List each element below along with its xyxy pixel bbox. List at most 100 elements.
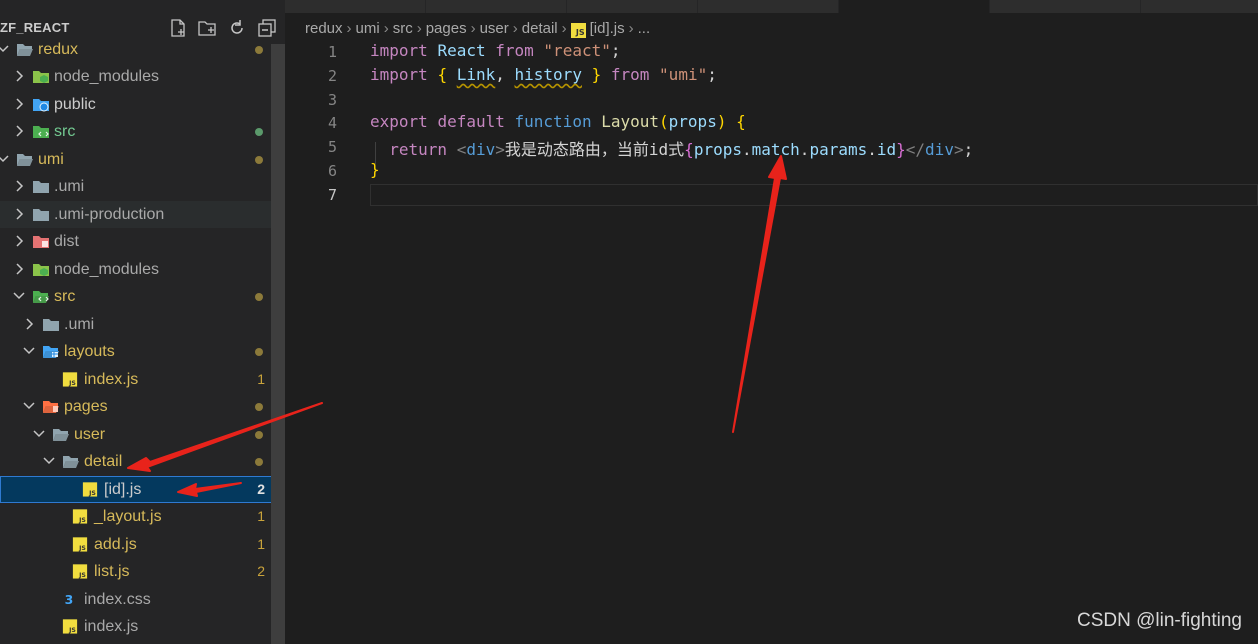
breadcrumb-item[interactable]: detail — [522, 20, 558, 37]
tree-item-label: umi — [38, 150, 64, 168]
code-token: > — [495, 140, 505, 160]
line-number: 4 — [327, 114, 337, 133]
line-number: 7 — [327, 185, 337, 204]
tree-folder-item[interactable]: layouts — [0, 338, 285, 365]
tree-folder-item[interactable]: src — [0, 283, 285, 310]
code-line[interactable]: export default function Layout(props) { — [370, 112, 746, 131]
tree-folder-item[interactable]: .umi-production — [0, 200, 285, 228]
code-line[interactable]: import { Link, history } from "umi"; — [370, 65, 717, 84]
code-token: { — [736, 112, 746, 132]
tab[interactable] — [990, 0, 1141, 13]
tree-folder-item[interactable]: .umi — [0, 173, 285, 200]
tree-file-item[interactable]: 3 index.css — [0, 586, 285, 613]
tree-file-item[interactable]: JS list.js 2 — [0, 558, 285, 585]
code-token: return — [389, 140, 448, 160]
chevron-right-icon — [16, 70, 24, 82]
problem-count-badge: 1 — [257, 508, 265, 524]
tree-folder-item[interactable]: pages — [0, 393, 285, 420]
chevron-down-icon — [0, 44, 9, 52]
modified-dot — [255, 430, 263, 439]
tree-file-item[interactable]: JS index.js — [0, 613, 285, 640]
code-line[interactable]: return <div>我是动态路由，当前id式{props.match.par… — [370, 136, 973, 160]
svg-text:JS: JS — [78, 517, 86, 524]
code-token: ; — [963, 140, 974, 160]
chevron-right-icon — [16, 180, 24, 192]
tree-file-item[interactable]: JS add.js 1 — [0, 531, 285, 558]
tree-folder-item[interactable]: .umi — [0, 311, 285, 338]
svg-text:JS: JS — [78, 572, 86, 579]
tree-item-label: list.js — [94, 563, 130, 580]
tab[interactable] — [698, 0, 839, 13]
breadcrumb-item[interactable]: [id].js — [590, 20, 625, 37]
breadcrumb-item[interactable]: redux — [305, 20, 343, 37]
tab[interactable] — [426, 0, 567, 13]
tree-file-item[interactable]: JS index.js 1 — [0, 366, 285, 393]
problem-count-badge: 2 — [257, 480, 265, 497]
tree-folder-item[interactable]: public — [0, 91, 285, 118]
code-token: React — [437, 41, 486, 60]
code-token: match — [751, 140, 800, 160]
tree-item-label: layouts — [64, 343, 115, 360]
sidebar-scrollbar[interactable] — [271, 44, 285, 644]
svg-text:JS: JS — [88, 489, 96, 496]
chevron-right-icon: › — [628, 20, 634, 37]
modified-dot — [255, 458, 263, 466]
svg-text:JS: JS — [78, 544, 86, 551]
tree-item-label: public — [54, 95, 96, 113]
tree-item-label: user — [74, 425, 106, 443]
explorer-sidebar: ZF_REACT redux node_modules public src umi .u… — [0, 0, 285, 644]
tree-folder-item[interactable]: redux — [0, 36, 285, 63]
code-token: "umi" — [659, 64, 708, 84]
code-token: > — [953, 140, 964, 160]
breadcrumb-item[interactable]: src — [393, 20, 413, 37]
tree-folder-item[interactable]: node_modules — [0, 63, 285, 90]
chevron-right-icon — [16, 235, 24, 247]
chevron-down-icon — [43, 457, 55, 465]
code-token: Link — [456, 64, 496, 84]
svg-text:JS: JS — [68, 627, 76, 634]
tree-folder-item[interactable]: dist — [0, 228, 285, 255]
breadcrumb-item[interactable]: umi — [356, 20, 380, 37]
breadcrumb-item[interactable]: pages — [426, 20, 467, 37]
code-token: ; — [707, 64, 717, 84]
tree-item-label: .umi-production — [54, 205, 165, 223]
code-token: { — [437, 64, 448, 84]
tree-folder-item[interactable]: detail — [0, 448, 285, 475]
tab[interactable] — [1141, 0, 1258, 13]
code-token: props — [668, 112, 717, 132]
code-token: ( — [659, 112, 669, 132]
tree-file-item[interactable]: JS _layout.js 1 — [0, 503, 285, 530]
tree-folder-item[interactable]: src — [0, 118, 285, 145]
code-token: params — [809, 140, 868, 160]
tab-active[interactable] — [839, 0, 990, 13]
chevron-right-icon — [16, 262, 24, 275]
code-line[interactable]: import React from "react"; — [370, 41, 621, 60]
tree-folder-item[interactable]: node_modules — [0, 256, 285, 283]
tree-item-label: dist — [54, 233, 79, 250]
tree-item-label: src — [54, 123, 76, 140]
js-file-icon: JS — [570, 23, 586, 38]
tree-file-item-selected[interactable]: JS [id].js 2 — [0, 475, 285, 503]
modified-dot — [255, 403, 263, 411]
tab[interactable] — [567, 0, 698, 13]
code-token: export — [370, 112, 428, 132]
current-line-highlight — [370, 183, 1258, 206]
tree-item-label: index.css — [84, 590, 151, 608]
folder-icon — [43, 318, 59, 331]
js-file-icon: JS — [62, 371, 78, 386]
js-file-icon: JS — [82, 481, 98, 496]
breadcrumb-item[interactable]: user — [480, 20, 509, 37]
code-token: from — [495, 41, 534, 60]
tree-folder-item[interactable]: umi — [0, 146, 285, 173]
tab[interactable] — [285, 0, 426, 13]
breadcrumb-item[interactable]: ... — [638, 20, 651, 37]
tree-folder-item[interactable]: user — [0, 421, 285, 448]
